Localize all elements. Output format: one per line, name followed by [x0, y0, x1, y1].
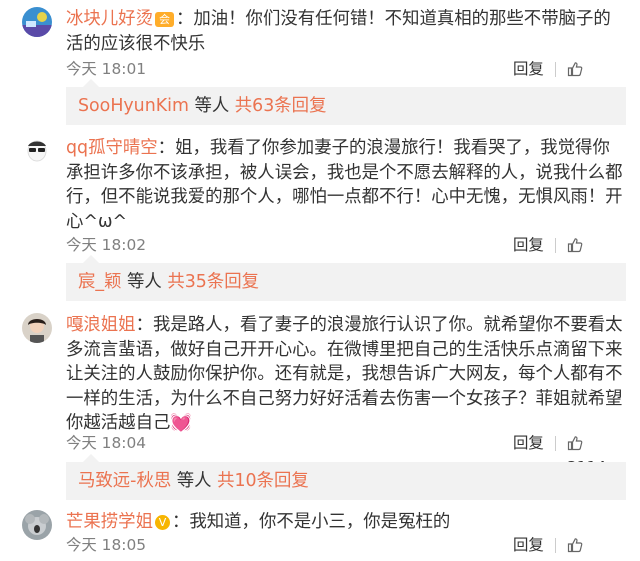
comment-text-block: qq孤守晴空：姐，我看了你参加妻子的浪漫旅行！我看哭了，我觉得你承担许多你不该承… — [66, 136, 626, 234]
reply-button[interactable]: 回复 — [513, 233, 544, 257]
verified-badge-icon: V — [154, 515, 170, 530]
comment-text-block: 冰块儿好烫会：加油！你们没有任何错！不知道真相的那些不带脑子的活的应该很不快乐 — [66, 7, 626, 56]
avatar[interactable] — [22, 7, 52, 37]
comment-meta: 今天 18:04 回复 3114 — [66, 431, 626, 476]
timestamp: 今天 18:01 — [66, 60, 147, 78]
username-link[interactable]: qq孤守晴空 — [66, 138, 158, 158]
divider — [555, 62, 556, 77]
thread-user-link[interactable]: SooHyunKim — [78, 96, 189, 116]
member-badge-icon: 会 — [154, 12, 174, 27]
comment-meta: 今天 18:05 回复 2290 — [66, 533, 626, 561]
reply-button[interactable]: 回复 — [513, 533, 544, 557]
username-link[interactable]: 嘎浪姐姐 — [66, 315, 136, 335]
divider — [555, 436, 556, 451]
comment-meta: 今天 18:02 回复 4195 — [66, 233, 626, 278]
thread-middle: 等人 — [121, 272, 168, 292]
thread-total-link[interactable]: 共35条回复 — [167, 272, 259, 292]
reply-thread[interactable]: SooHyunKim 等人 共63条回复 — [66, 79, 626, 125]
reply-button[interactable]: 回复 — [513, 431, 544, 455]
comment-text-block: 嘎浪姐姐：我是路人，看了妻子的浪漫旅行认识了你。就希望你不要看太多流言蜚语，做好… — [66, 313, 626, 436]
thread-user-link[interactable]: 宸_颖 — [78, 272, 121, 292]
timestamp: 今天 18:04 — [66, 434, 147, 452]
colon: ： — [135, 315, 153, 335]
reply-button[interactable]: 回复 — [513, 57, 544, 81]
colon: ： — [171, 512, 190, 532]
avatar[interactable] — [22, 313, 52, 343]
comment-meta: 今天 18:01 回复 6248 — [66, 57, 626, 102]
timestamp: 今天 18:02 — [66, 236, 147, 254]
avatar[interactable] — [22, 136, 52, 166]
thread-middle: 等人 — [171, 471, 218, 491]
username-link[interactable]: 冰块儿好烫 — [66, 9, 153, 29]
comment-feed: 冰块儿好烫会：加油！你们没有任何错！不知道真相的那些不带脑子的活的应该很不快乐 … — [0, 0, 640, 561]
thumbs-up-icon — [567, 62, 583, 77]
heart-icon: 💓 — [170, 413, 193, 433]
colon: ： — [175, 9, 194, 29]
thread-total-link[interactable]: 共10条回复 — [217, 471, 309, 491]
thumbs-up-icon — [567, 538, 583, 553]
thread-user-link[interactable]: 马致远-秋思 — [78, 471, 171, 491]
avatar[interactable] — [22, 510, 52, 540]
reply-thread[interactable]: 宸_颖 等人 共35条回复 — [66, 255, 626, 301]
colon: ： — [157, 138, 176, 158]
username-link[interactable]: 芒果捞学姐 — [66, 512, 153, 532]
like-button[interactable]: 2290 — [567, 533, 626, 561]
comment-text-block: 芒果捞学姐 V ：我知道，你不是小三，你是冤枉的 — [66, 510, 626, 535]
comment-body: 我知道，你不是小三，你是冤枉的 — [189, 512, 451, 532]
thread-total-link[interactable]: 共63条回复 — [235, 96, 327, 116]
timestamp: 今天 18:05 — [66, 536, 147, 554]
divider — [555, 238, 556, 253]
reply-thread[interactable]: 马致远-秋思 等人 共10条回复 — [66, 454, 626, 500]
thumbs-up-icon — [567, 436, 583, 451]
thumbs-up-icon — [567, 238, 583, 253]
divider — [555, 538, 556, 553]
thread-middle: 等人 — [188, 96, 235, 116]
